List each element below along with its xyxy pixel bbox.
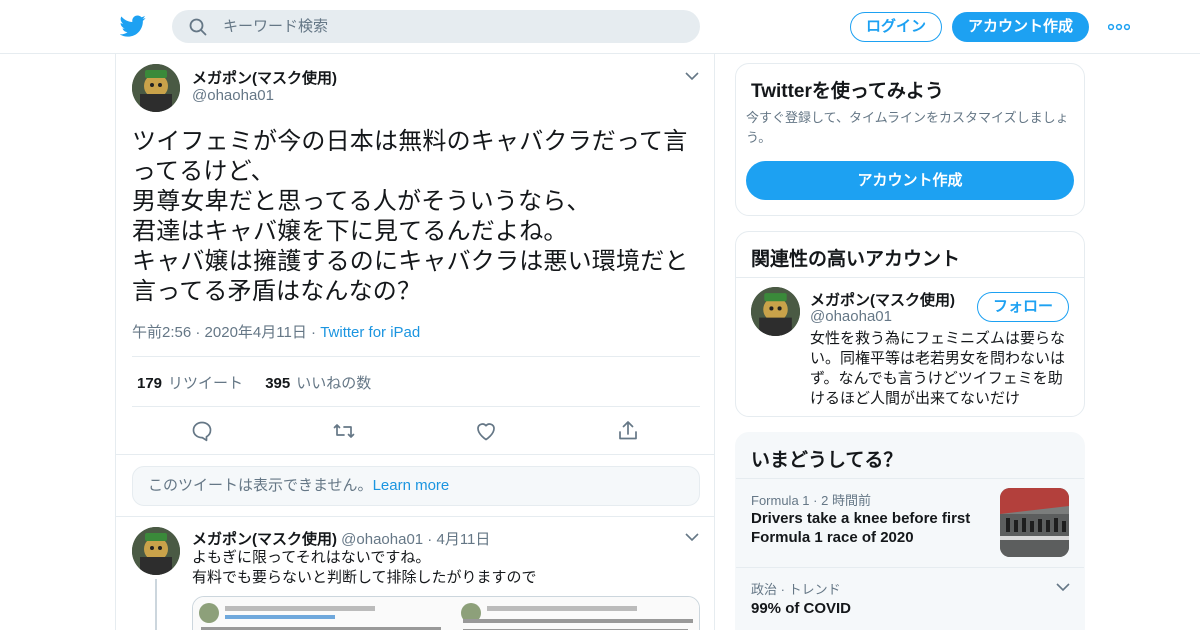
avatar-image-icon [132,527,180,575]
more-options-icon[interactable] [1108,22,1130,32]
divider [132,406,700,407]
signup-button[interactable]: アカウント作成 [952,12,1089,42]
avatar[interactable] [132,527,180,575]
trends-card: いまどうしてる？ Formula 1 · 2 時間前 Drivers take … [735,432,1085,630]
chevron-down-icon[interactable] [685,533,699,542]
unavailable-text: このツイートは表示できません。 [148,477,373,494]
trend-item[interactable]: 99% of COVID [751,599,1031,618]
signup-card-title: Twitterを使ってみよう [751,81,944,102]
chevron-down-icon[interactable] [1056,583,1070,592]
reply-text: よもぎに限ってそれはないですね。 有料でも要らないと判断して排除したがりますので [192,549,537,586]
trend-meta: 政治 · トレンド [751,579,841,598]
like-stat[interactable]: 395 いいねの数 [265,375,371,392]
learn-more-link[interactable]: Learn more [373,477,450,494]
screenshot-thumbnail-icon [193,597,699,630]
share-icon[interactable] [616,419,640,443]
author-handle[interactable]: @ohaoha01 [192,87,274,104]
reply-author-name[interactable]: メガポン(マスク使用) [192,531,337,548]
avatar[interactable] [132,64,180,112]
like-label: いいねの数 [296,375,372,392]
retweet-label: リツイート [168,375,244,392]
signup-card-description: 今すぐ登録して、タイムラインをカスタマイズしましょう。 [746,110,1069,145]
related-account-bio: 女性を救う為にフェミニズムは要らない。同権平等は老若男女を問わないはず。なんでも… [810,330,1066,407]
tweet-time[interactable]: 午前2:56 [132,324,191,341]
trend-meta: Formula 1 · 2 時間前 [751,490,871,509]
embedded-image[interactable] [192,596,700,630]
chevron-down-icon[interactable] [685,72,699,81]
separator-dot: · [813,493,822,508]
separator-dot: · [780,582,789,597]
retweet-stat[interactable]: 179 リツイート [137,375,243,392]
retweet-icon[interactable] [332,419,356,443]
reply-header: メガポン(マスク使用) @ohaoha01 · 4月11日 [192,528,490,549]
like-count: 395 [265,375,291,392]
create-account-button[interactable]: アカウント作成 [746,161,1074,200]
author-name[interactable]: メガポン(マスク使用) [192,67,337,88]
related-accounts-title: 関連性の高いアカウント [751,249,961,270]
timeline-column: メガポン(マスク使用) @ohaoha01 ツイフェミが今の日本は無料のキャバク… [115,54,715,630]
avatar[interactable] [751,287,800,336]
divider [116,454,714,455]
reply-author-handle[interactable]: @ohaoha01 [341,531,423,548]
tweet-metadata: 午前2:56 · 2020年4月11日 · Twitter for iPad [132,321,420,342]
like-heart-icon[interactable] [474,419,498,443]
search-bar[interactable]: キーワード検索 [172,10,700,43]
divider [736,277,1084,278]
signup-card: Twitterを使ってみよう 今すぐ登録して、タイムラインをカスタマイズしましょ… [735,63,1085,216]
related-account-handle[interactable]: @ohaoha01 [810,308,892,325]
divider [736,478,1084,479]
login-button[interactable]: ログイン [850,12,942,42]
retweet-count: 179 [137,375,163,392]
twitter-bird-icon[interactable] [120,13,146,39]
trends-title: いまどうしてる？ [751,450,903,471]
trend-time: トレンド [788,582,841,597]
tweet-date[interactable]: 2020年4月11日 [205,324,307,341]
avatar-image-icon [751,287,800,336]
reply-date[interactable]: 4月11日 [436,531,490,548]
search-icon [189,18,207,36]
trend-source: 政治 [751,582,778,597]
trend-item[interactable]: Drivers take a knee before first Formula… [751,509,991,547]
avatar-image-icon [132,64,180,112]
follow-button[interactable]: フォロー [977,292,1069,322]
trend-thumbnail[interactable] [1000,488,1069,557]
related-account-name[interactable]: メガポン(マスク使用) [810,289,955,310]
tweet-source-link[interactable]: Twitter for iPad [320,324,420,341]
tweet-stats: 179 リツイート 395 いいねの数 [137,372,371,393]
separator-dot: · [195,324,205,341]
divider [116,516,714,517]
related-accounts-card: 関連性の高いアカウント メガポン(マスク使用) @ohaoha01 フォロー 女… [735,231,1085,417]
search-input[interactable]: キーワード検索 [223,18,328,36]
trend-time: 2 時間前 [821,493,871,508]
top-navigation-bar: キーワード検索 ログイン アカウント作成 [0,0,1200,54]
divider [736,567,1084,568]
divider [132,356,700,357]
tweet-text: ツイフェミが今の日本は無料のキャバクラだって言 ってるけど、 男尊女卑だと思って… [132,128,689,305]
separator-dot: · [311,324,321,341]
trend-source: Formula 1 [751,493,810,508]
race-photo-icon [1000,488,1069,557]
reply-icon[interactable] [190,419,214,443]
separator-dot: · [423,531,437,548]
thread-connector-line [155,579,157,630]
unavailable-tweet-notice: このツイートは表示できません。Learn more [132,466,700,506]
